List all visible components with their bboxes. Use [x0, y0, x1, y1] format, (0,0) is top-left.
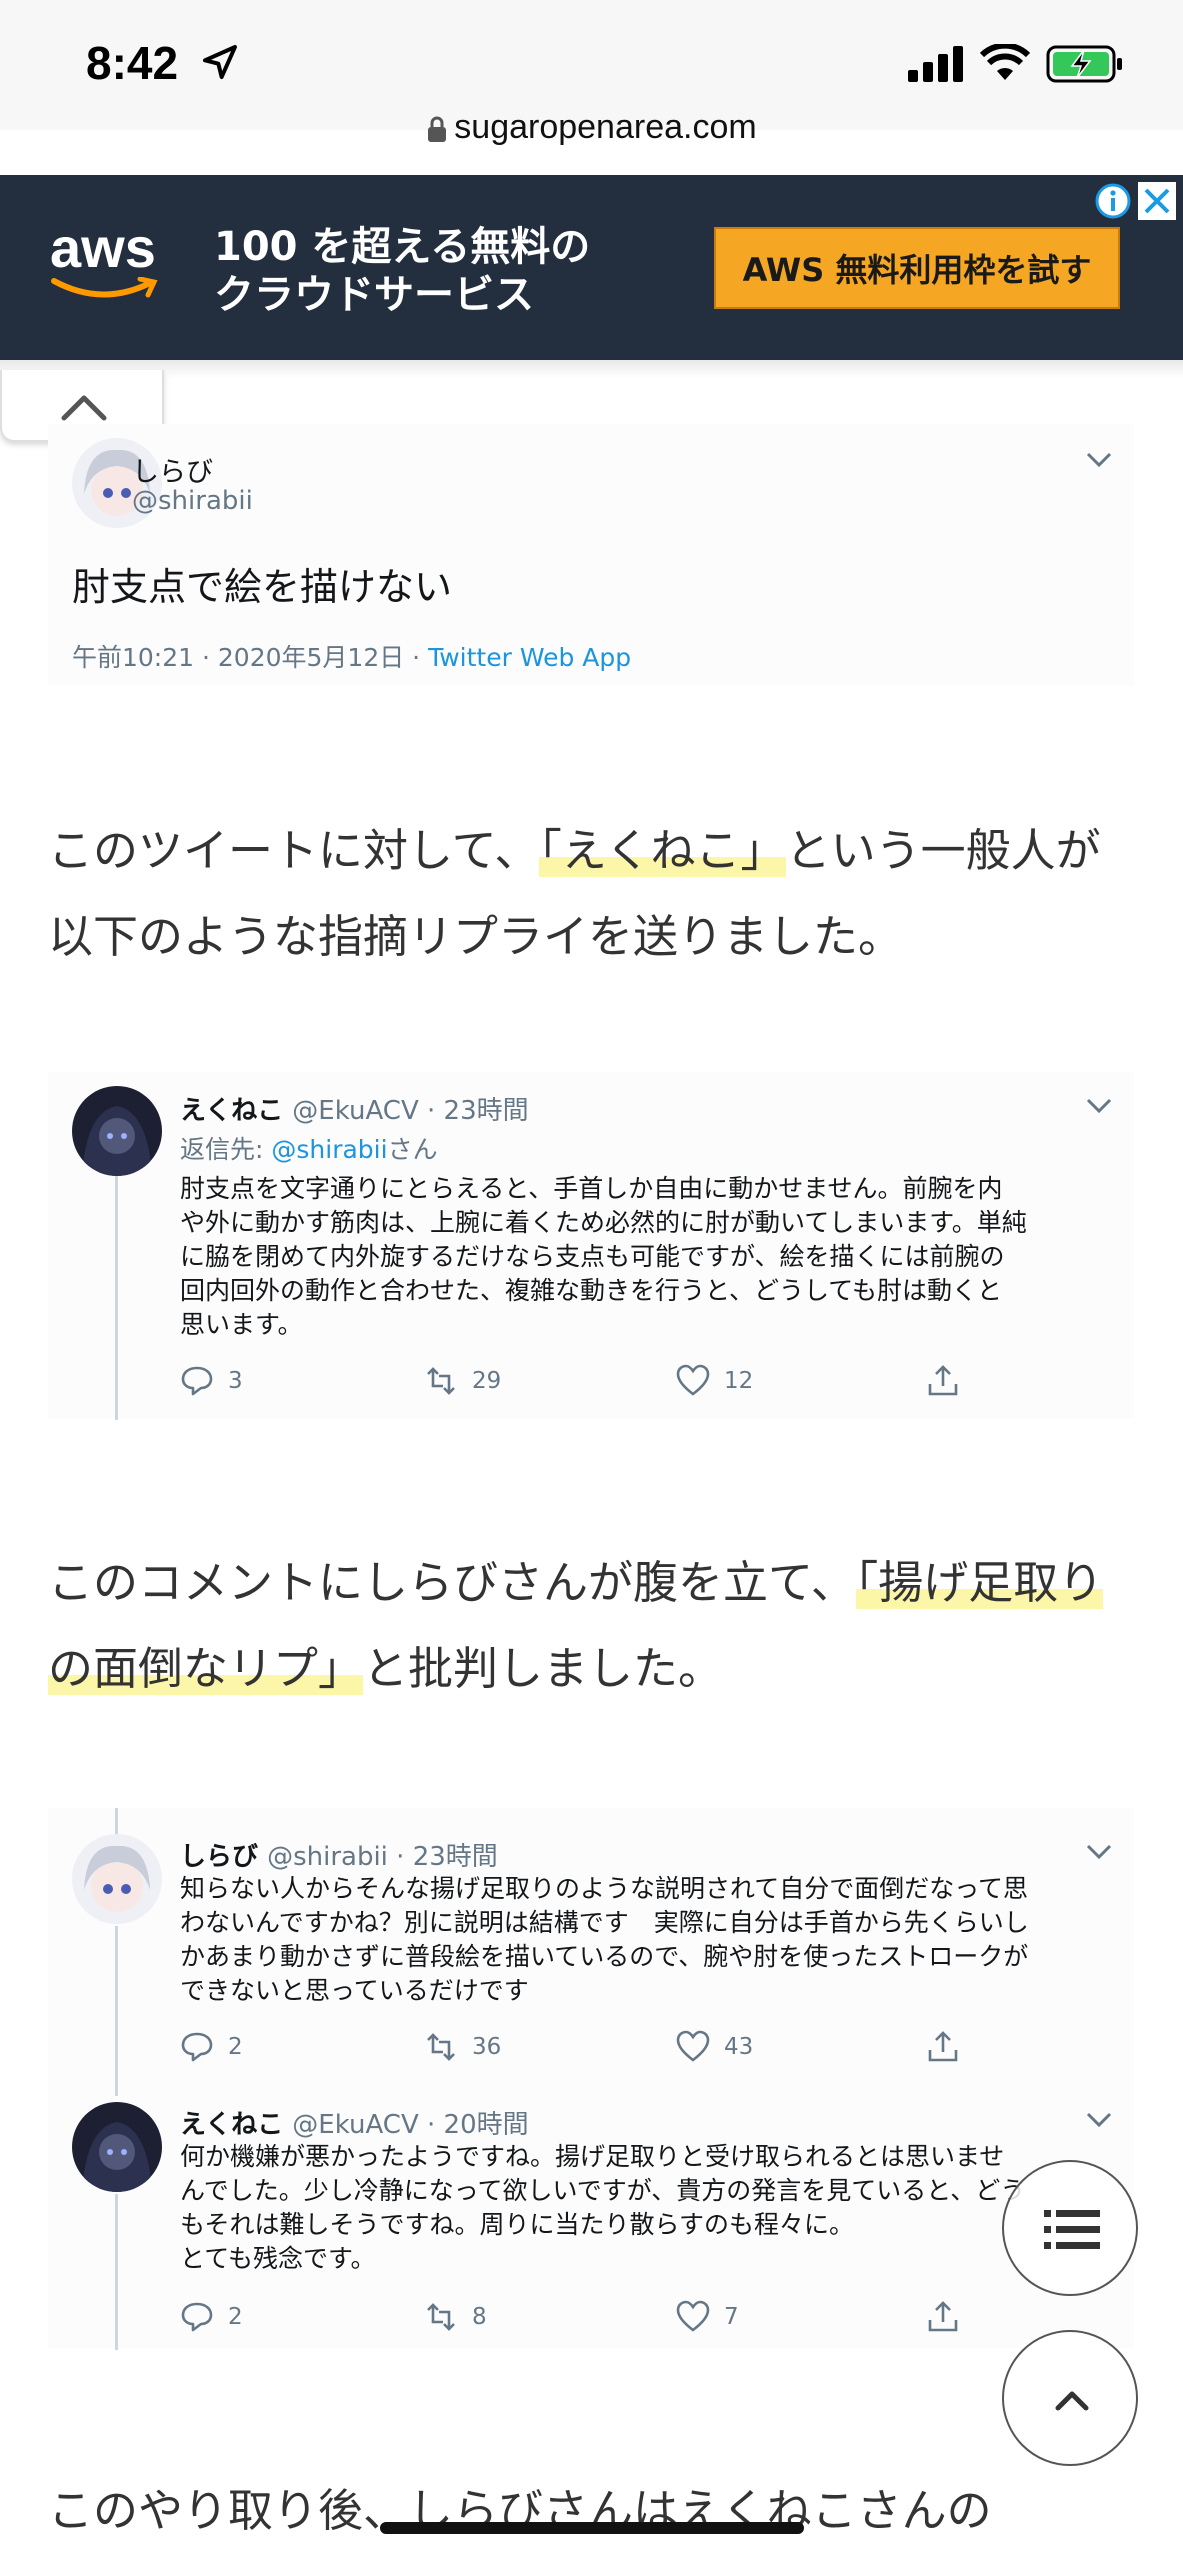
table-of-contents-button[interactable] [1002, 2160, 1138, 2296]
chevron-down-icon[interactable] [1086, 2112, 1112, 2128]
status-bar: 8:42 sugaropenarea.com [0, 0, 1183, 146]
avatar[interactable] [72, 1834, 162, 1924]
avatar[interactable] [72, 1086, 162, 1176]
like-button[interactable]: 43 [676, 2030, 753, 2064]
chevron-down-icon[interactable] [1086, 452, 1112, 468]
tweet-source-link[interactable]: Twitter Web App [428, 643, 631, 672]
share-button[interactable] [926, 1364, 960, 1398]
reply-to-link[interactable]: @shirabii [271, 1135, 387, 1164]
reply-button[interactable]: 2 [180, 2030, 243, 2064]
ad-headline: 100 を超える無料の クラウドサービス [214, 224, 591, 318]
reply-to: 返信先: @shirabiiさん [180, 1135, 438, 1164]
reply-icon [181, 2302, 213, 2332]
tweet-text: 肘支点で絵を描けない [72, 565, 453, 609]
retweet-icon [427, 1367, 455, 1395]
status-time: 8:42 [86, 37, 179, 89]
thread-line [115, 2194, 118, 2350]
share-button[interactable] [926, 2300, 960, 2334]
ad-close-icon[interactable] [1138, 182, 1176, 220]
tweet-author[interactable]: えくねこ @EkuACV · 20時間 [180, 2104, 529, 2141]
share-icon [928, 2301, 958, 2332]
retweet-icon [427, 2303, 455, 2331]
shirabi-avatar-icon [72, 1834, 162, 1924]
article-paragraph: このツイートに対して、「えくねこ」という一般人が以下のような指摘リプライを送りま… [48, 824, 1101, 963]
like-button[interactable]: 12 [676, 1364, 753, 1398]
aws-smile-icon [51, 277, 158, 298]
retweet-button[interactable]: 8 [424, 2300, 487, 2334]
chevron-up-icon [61, 395, 107, 421]
heart-icon [676, 2300, 710, 2332]
article-paragraph: このコメントにしらびさんが腹を立て、「揚げ足取りの面倒なリプ」と批判しました。 [48, 1556, 1104, 1695]
heart-icon [676, 1364, 710, 1396]
ekuneko-avatar-icon [72, 2102, 162, 2192]
battery-charging-icon [1046, 45, 1122, 83]
tweet-text: 知らない人からそんな揚げ足取りのような説明されて自分で面倒だなって思 わないんで… [180, 1874, 1029, 2005]
scroll-to-top-button[interactable] [1002, 2330, 1138, 2466]
thread-line [115, 1172, 118, 1420]
retweet-icon [427, 2033, 455, 2061]
article-paragraph: このやり取り後、しらびさんはえくねこさんの [48, 2484, 992, 2537]
retweet-button[interactable]: 36 [424, 2030, 501, 2064]
like-button[interactable]: 7 [676, 2300, 739, 2334]
banner-shadow [0, 360, 1183, 378]
url-text: sugaropenarea.com [454, 108, 757, 146]
share-icon [928, 2031, 958, 2062]
reply-button[interactable]: 3 [180, 1364, 243, 1398]
highlight: 「えくねこ」 [539, 824, 786, 877]
tweet-author-handle[interactable]: @shirabii [132, 486, 253, 516]
tweet-author[interactable]: しらび @shirabii · 23時間 [180, 1836, 498, 1873]
thread-line [115, 1808, 118, 1834]
ad-banner[interactable]: aws 100 を超える無料の クラウドサービス AWS 無料利用枠を試す [0, 175, 1183, 360]
home-indicator[interactable] [380, 2522, 804, 2534]
tweet-text: 肘支点を文字通りにとらえると、手首しか自由に動かせません。前腕を内 や外に動かす… [180, 1174, 1027, 1339]
location-arrow-icon [203, 45, 237, 79]
ekuneko-avatar-icon [72, 1086, 162, 1176]
avatar[interactable] [72, 2102, 162, 2192]
thread-line [115, 1926, 118, 2096]
address-bar[interactable]: sugaropenarea.com [0, 108, 1183, 158]
retweet-button[interactable]: 29 [424, 1364, 501, 1398]
share-icon [928, 1365, 958, 1396]
ad-cta-button[interactable]: AWS 無料利用枠を試す [714, 227, 1120, 309]
tweet-meta: 午前10:21 · 2020年5月12日 · Twitter Web App [72, 643, 632, 672]
tweet-author-name[interactable]: しらび [132, 450, 213, 489]
chevron-down-icon[interactable] [1086, 1098, 1112, 1114]
chevron-up-icon [1055, 2391, 1089, 2411]
tweet-text: 何か機嫌が悪かったようですね。揚げ足取りと受け取られるとは思いませ んでした。少… [180, 2142, 1026, 2273]
chevron-down-icon[interactable] [1086, 1844, 1112, 1860]
lock-icon [428, 116, 447, 143]
tweet-author[interactable]: えくねこ @EkuACV · 23時間 [180, 1090, 529, 1127]
heart-icon [676, 2030, 710, 2062]
table-of-contents-icon [1044, 2210, 1100, 2249]
ad-info-icon[interactable] [1094, 182, 1132, 220]
reply-button[interactable]: 2 [180, 2300, 243, 2334]
wifi-icon [980, 44, 1030, 80]
aws-logo: aws [50, 215, 160, 305]
reply-icon [181, 1366, 213, 1396]
reply-icon [181, 2032, 213, 2062]
signal-icon [908, 46, 963, 82]
share-button[interactable] [926, 2030, 960, 2064]
